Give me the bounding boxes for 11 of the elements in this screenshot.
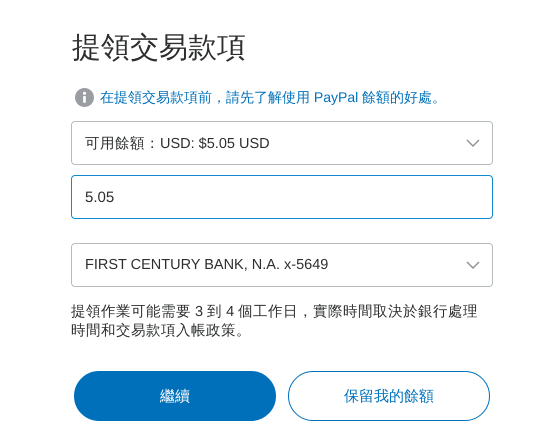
- page-title: 提領交易款項: [72, 31, 247, 66]
- bank-dropdown[interactable]: FIRST CENTURY BANK, N.A. x-5649: [71, 243, 493, 287]
- keep-balance-button[interactable]: 保留我的餘額: [288, 371, 490, 421]
- processing-note: 提領作業可能需要 3 到 4 個工作日，實際時間取決於銀行處理時間和交易款項入帳政策。: [71, 303, 480, 341]
- balance-dropdown[interactable]: 可用餘額：USD: $5.05 USD: [71, 121, 493, 165]
- chevron-down-icon: [466, 139, 480, 147]
- amount-field[interactable]: 5.05: [71, 175, 493, 219]
- continue-button[interactable]: 繼續: [74, 371, 276, 421]
- info-icon: [75, 88, 94, 107]
- info-link[interactable]: 在提領交易款項前，請先了解使用 PayPal 餘額的好處。: [100, 88, 446, 106]
- chevron-down-icon: [466, 261, 480, 269]
